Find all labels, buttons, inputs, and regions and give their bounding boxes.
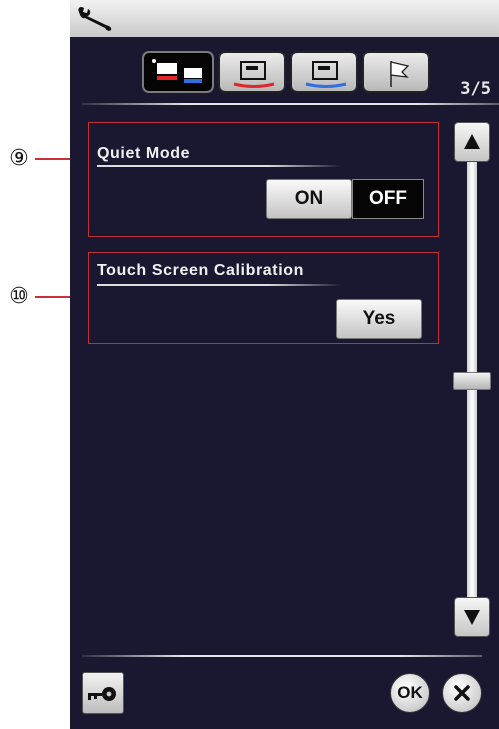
calibration-yes-button[interactable]: Yes	[336, 299, 422, 339]
quiet-mode-title: Quiet Mode	[97, 145, 191, 162]
scroll-thumb[interactable]	[453, 372, 491, 390]
key-icon	[88, 687, 116, 701]
callout-9: ⑨	[9, 145, 29, 171]
arrow-up-icon	[464, 134, 480, 149]
scroll-up-button[interactable]	[454, 122, 490, 162]
tab-stitch-settings[interactable]	[218, 51, 286, 93]
quiet-mode-rule	[97, 165, 342, 167]
machine-settings-icon	[152, 59, 202, 83]
ok-button[interactable]: OK	[390, 673, 430, 713]
embroidery-settings-icon	[305, 61, 347, 88]
wrench-icon	[78, 6, 112, 31]
key-lock-button[interactable]	[82, 672, 124, 714]
footer-divider	[82, 655, 482, 657]
page-indicator: 3/5	[460, 79, 491, 99]
close-button[interactable]	[442, 673, 482, 713]
tab-embroidery-settings[interactable]	[290, 51, 358, 93]
title-bar	[70, 0, 499, 37]
header-divider	[82, 103, 499, 105]
quiet-mode-section: Quiet Mode ON OFF	[88, 122, 439, 237]
quiet-mode-on-button[interactable]: ON	[266, 179, 352, 219]
quiet-mode-off-button[interactable]: OFF	[352, 179, 424, 219]
calibration-title: Touch Screen Calibration	[97, 262, 305, 279]
scroll-down-button[interactable]	[454, 597, 490, 637]
tab-language[interactable]	[362, 51, 430, 93]
callout-10: ⑩	[9, 283, 29, 309]
scrollbar[interactable]	[453, 122, 491, 637]
close-icon	[454, 685, 470, 701]
language-flag-icon	[390, 61, 410, 87]
settings-screen: 3/5 Quiet Mode ON OFF Touch Screen Calib…	[70, 0, 499, 729]
stitch-settings-icon	[233, 61, 275, 88]
arrow-down-icon	[464, 610, 480, 625]
calibration-rule	[97, 284, 342, 286]
tab-machine-settings[interactable]	[142, 51, 214, 93]
calibration-section: Touch Screen Calibration Yes	[88, 252, 439, 344]
